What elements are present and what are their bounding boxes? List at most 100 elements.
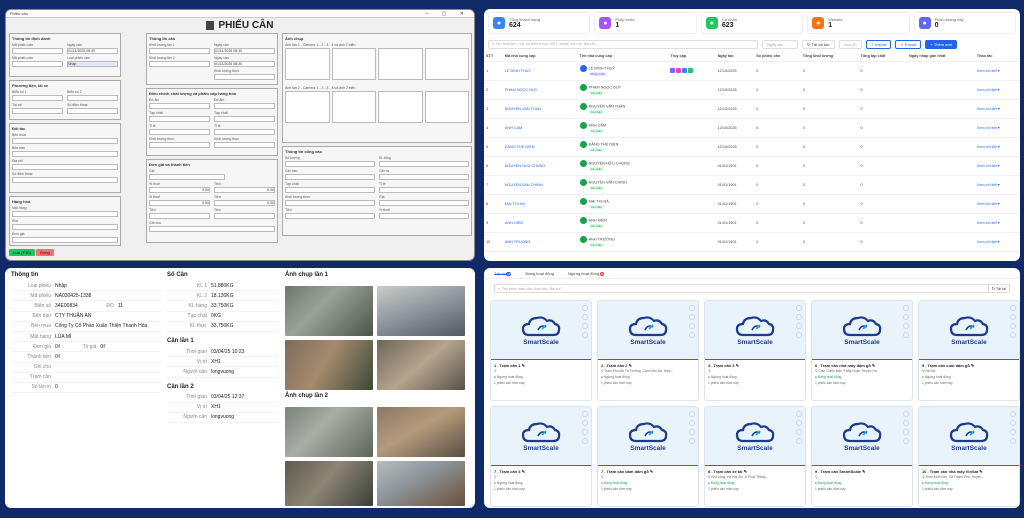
view-detail-link[interactable]: Xem chi tiết ▾: [974, 232, 1020, 252]
supplier-code-link[interactable]: NGUYEN VAN TOAN: [502, 99, 578, 119]
view-detail-link[interactable]: Xem chi tiết ▾: [974, 137, 1020, 157]
station-tab[interactable]: Đang hoạt động: [525, 271, 553, 276]
table-row[interactable]: 2 PHAM NGOC DUY PHẠM NGỌC DUY Cá nhân 12/10/…: [484, 80, 1020, 100]
total2-field[interactable]: [214, 213, 275, 219]
partner-phone-field[interactable]: [12, 177, 118, 183]
station-tab[interactable]: Tất cả 10: [494, 271, 512, 276]
station-card[interactable]: SmartScale 10 . Trạm cân nhà máy VinSat ✎…: [918, 406, 1020, 507]
net3-field[interactable]: [214, 142, 275, 148]
action-icon[interactable]: [689, 332, 695, 338]
camera-photo[interactable]: [285, 286, 373, 336]
access-icon[interactable]: [682, 67, 688, 73]
action-icon[interactable]: [689, 411, 695, 417]
supplier-code-link[interactable]: NGUYEN VAN CHINH: [502, 175, 578, 195]
action-icon[interactable]: [796, 314, 802, 320]
action-icon[interactable]: [1010, 332, 1016, 338]
station-search-input[interactable]: ⌕ Tìm kiếm trạm cân theo tên, địa chỉ ↻ …: [494, 284, 1010, 293]
table-row[interactable]: 1 LE DINH THUY LÊ ĐÌNH THUỶ Pháp nhân 12/10/…: [484, 61, 1020, 81]
action-icon[interactable]: [1010, 323, 1016, 329]
station-card[interactable]: SmartScale 1 . Trạm cân 1 ✎ ⚲ ● Ngừng hoạt …: [490, 300, 592, 401]
buyer-field[interactable]: [12, 138, 118, 144]
import-button[interactable]: ⇪ Import: [865, 39, 892, 49]
supplier-code-link[interactable]: MAI THI HA: [502, 194, 578, 214]
view-detail-link[interactable]: Xem chi tiết ▾: [974, 99, 1020, 119]
net2-field[interactable]: [149, 142, 210, 148]
action-icon[interactable]: [796, 411, 802, 417]
action-icon[interactable]: [1010, 411, 1016, 417]
view-detail-link[interactable]: Xem chi tiết ▾: [974, 80, 1020, 100]
date-filter[interactable]: Ngày tạo: [762, 39, 798, 49]
type-select[interactable]: Nhập: [67, 61, 118, 67]
supplier-code-link[interactable]: ANH HIEN: [502, 213, 578, 233]
thue-field[interactable]: [379, 213, 469, 219]
action-icon[interactable]: [1010, 305, 1016, 311]
action-icon[interactable]: [796, 438, 802, 444]
action-icon[interactable]: [689, 314, 695, 320]
view-detail-link[interactable]: Xem chi tiết ▾: [974, 213, 1020, 233]
camera-photo[interactable]: [285, 407, 373, 457]
action-icon[interactable]: [1010, 429, 1016, 435]
action-icon[interactable]: [582, 411, 588, 417]
supplier-code-link[interactable]: LE DINH THUY: [502, 61, 578, 81]
access-icon[interactable]: [676, 67, 682, 73]
action-icon[interactable]: [796, 420, 802, 426]
camera-photo[interactable]: [377, 340, 465, 390]
table-row[interactable]: 10 ANH TRUONG ANH TRƯỜNG Cá nhân 01/01/1901 0…: [484, 232, 1020, 252]
action-icon[interactable]: [1010, 420, 1016, 426]
action-icon[interactable]: [689, 438, 695, 444]
camera-photo[interactable]: [377, 286, 465, 336]
action-icon[interactable]: [796, 332, 802, 338]
tien-field[interactable]: [285, 213, 375, 219]
search-input[interactable]: ⌕ Tìm theo tên, mã, số điện thoại, MST, …: [488, 39, 758, 49]
supplier-code-link[interactable]: ANH TRUONG: [502, 232, 578, 252]
view-detail-link[interactable]: Xem chi tiết ▾: [974, 175, 1020, 195]
table-row[interactable]: 9 ANH HIEN ANH HIỀN Cá nhân 01/01/1901 0 0 0 Xem…: [484, 213, 1020, 233]
table-row[interactable]: 5 DANG THE DIEN ĐẶNG THẾ DIỆN Cá nhân 12/10/…: [484, 137, 1020, 157]
table-row[interactable]: 4 ANH CAM ANH CẦM Cá nhân 12/10/2025 0 0 0 Xem c…: [484, 118, 1020, 138]
goods-field[interactable]: [12, 211, 118, 217]
action-icon[interactable]: [689, 305, 695, 311]
action-icon[interactable]: [1010, 314, 1016, 320]
supplier-code-link[interactable]: ANH CAM: [502, 118, 578, 138]
driver-field[interactable]: [12, 108, 63, 114]
action-icon[interactable]: [903, 314, 909, 320]
station-card[interactable]: SmartScale 9 . Trạm cân SmartScale ✎ ⚲ ● Đa…: [811, 406, 913, 507]
refresh-button[interactable]: ↻ Tải lại: [987, 284, 1010, 293]
supplier-code-link[interactable]: NGUYEN HUU CHUNG: [502, 156, 578, 176]
view-detail-link[interactable]: Xem chi tiết ▾: [974, 194, 1020, 214]
action-icon[interactable]: [582, 314, 588, 320]
action-icon[interactable]: [903, 305, 909, 311]
station-card[interactable]: SmartScale 6 . Trạm cân nhà máy đậm gỗ ✎ ⚲…: [811, 300, 913, 401]
code2-field[interactable]: [12, 61, 63, 67]
action-icon[interactable]: [582, 438, 588, 444]
store-field[interactable]: [12, 224, 118, 230]
delete-button[interactable]: Xóa (0): [838, 39, 862, 49]
station-card[interactable]: SmartScale 8 . Trạm cân xe tải ✎ ⚲ Khu côn…: [704, 406, 806, 507]
action-icon[interactable]: [903, 420, 909, 426]
export-button[interactable]: ⇩ Export: [895, 39, 922, 49]
view-detail-link[interactable]: Xem chi tiết ▾: [974, 61, 1020, 81]
camera-photo[interactable]: [285, 461, 373, 506]
address-field[interactable]: [12, 164, 118, 170]
action-icon[interactable]: [903, 429, 909, 435]
view-detail-link[interactable]: Xem chi tiết ▾: [974, 118, 1020, 138]
action-icon[interactable]: [582, 420, 588, 426]
total-field[interactable]: [149, 213, 210, 219]
station-card[interactable]: SmartScale 2 . Trạm cân 2 ✎ ⚲ Trạm Khu Mỏ …: [597, 300, 699, 401]
action-icon[interactable]: [903, 323, 909, 329]
access-icon[interactable]: [670, 67, 676, 73]
action-icon[interactable]: [1010, 438, 1016, 444]
table-row[interactable]: 3 NGUYEN VAN TOAN NGUYỄN VĂN TOÀN Cá nhân 12…: [484, 99, 1020, 119]
camera-photo[interactable]: [377, 407, 465, 457]
seller-field[interactable]: [12, 151, 118, 157]
action-icon[interactable]: [796, 323, 802, 329]
station-card[interactable]: SmartScale 3 . Trạm cân 3 ✎ ⚲ ● Ngừng hoạt …: [704, 300, 806, 401]
camera-photo[interactable]: [377, 461, 465, 506]
save-button[interactable]: Lưu (F10): [9, 249, 35, 256]
add-button[interactable]: + Thêm mới: [925, 39, 958, 49]
phone-field[interactable]: [67, 108, 118, 114]
unitprice-field[interactable]: [12, 237, 118, 243]
window-controls[interactable]: – ▢ ✕: [426, 11, 474, 17]
supplier-code-link[interactable]: PHAM NGOC DUY: [502, 80, 578, 100]
table-row[interactable]: 6 NGUYEN HUU CHUNG NGUYỄN HỮU CHUNG Cá nhân…: [484, 156, 1020, 176]
